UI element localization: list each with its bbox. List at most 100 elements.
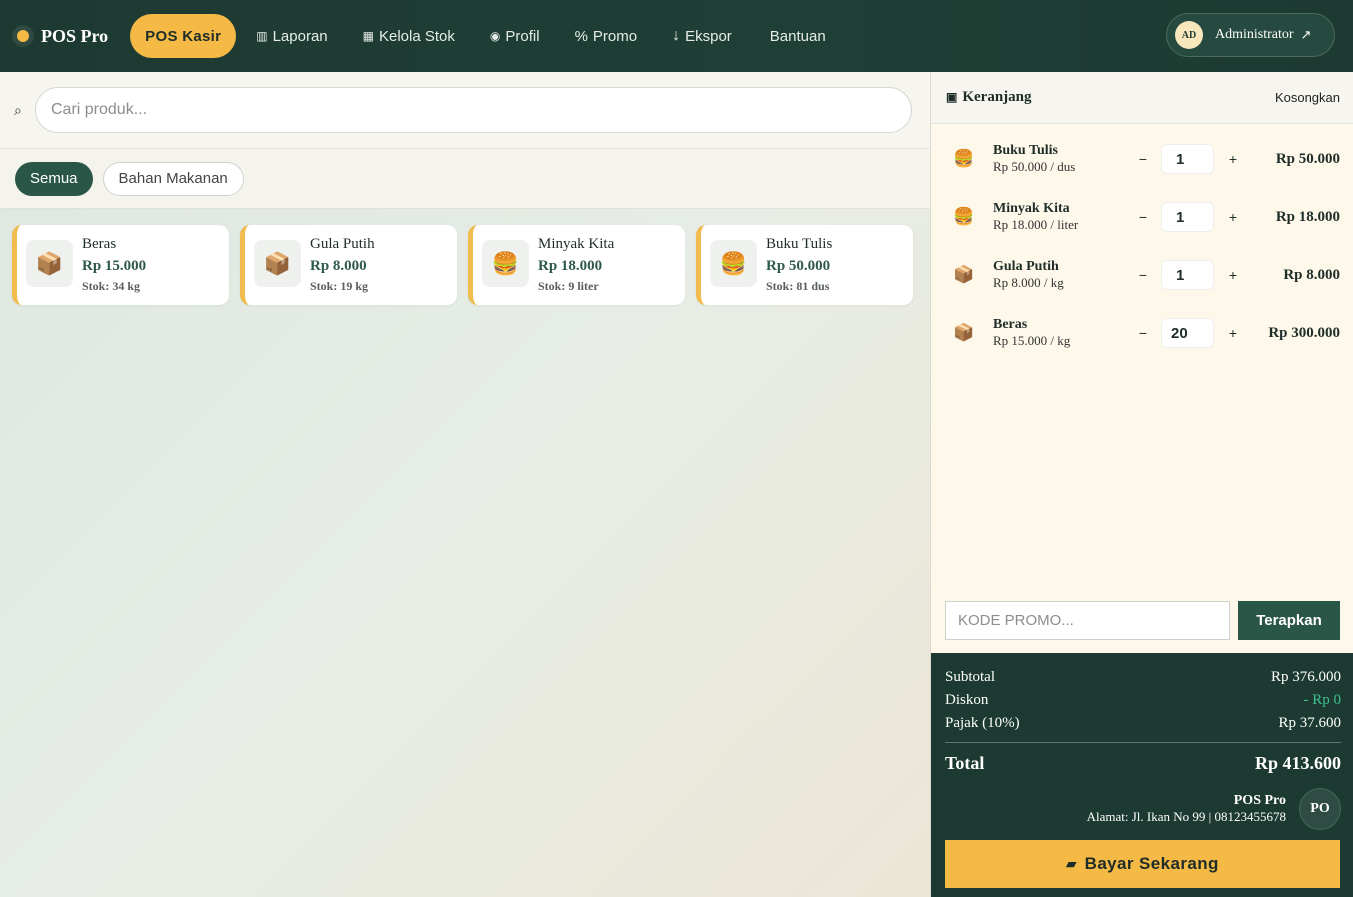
store-info: POS Pro Alamat: Jl. Ikan No 99 | 0812345… (945, 788, 1341, 830)
product-card[interactable]: 🍔 Minyak Kita Rp 18.000 Stok: 9 liter (468, 225, 685, 305)
product-price: Rp 50.000 (766, 258, 831, 274)
product-panel: ⌕ Semua Bahan Makanan 📦 Beras Rp 15.000 … (0, 72, 930, 897)
quantity-field[interactable]: 20 (1161, 318, 1214, 348)
cart-item-list: 🍔 Buku Tulis Rp 50.000 / dus − 1 + Rp 50… (931, 124, 1353, 362)
nav-promo[interactable]: % Promo (575, 28, 638, 45)
cart-item-unit-price: Rp 18.000 / liter (993, 217, 1079, 232)
decrease-qty-button[interactable]: − (1133, 209, 1153, 225)
nav-pos-kasir[interactable]: POS Kasir (130, 14, 237, 58)
product-stock: Stok: 34 kg (82, 279, 141, 293)
pay-now-label: Bayar Sekarang (1084, 854, 1219, 873)
avatar: AD (1175, 21, 1203, 49)
brand[interactable]: POS Pro (12, 25, 108, 47)
product-card[interactable]: 📦 Gula Putih Rp 8.000 Stok: 19 kg (240, 225, 457, 305)
cart-item-name: Beras (993, 317, 1028, 332)
card-icon: ▰ (1066, 856, 1077, 871)
box-icon: 📦 (953, 323, 975, 342)
product-name: Buku Tulis (766, 236, 833, 252)
total-row: Total Rp 413.600 (945, 753, 1341, 774)
cart-item: 📦 Gula Putih Rp 8.000 / kg − 1 + Rp 8.00… (931, 246, 1353, 304)
product-price: Rp 15.000 (82, 258, 147, 274)
report-icon: ▥ (256, 29, 268, 43)
box-icon: 📦 (26, 240, 73, 287)
cart-item-name: Buku Tulis (993, 143, 1059, 158)
clear-cart-button[interactable]: Kosongkan (1275, 90, 1340, 105)
cart-title: ▣ Keranjang (946, 89, 1032, 106)
top-navbar: POS Pro POS Kasir ▥ Laporan ▦ Kelola Sto… (0, 0, 1353, 72)
decrease-qty-button[interactable]: − (1133, 325, 1153, 341)
download-arrow-icon: ↓ (672, 27, 681, 44)
brand-name: POS Pro (41, 25, 109, 46)
nav-label: Bantuan (769, 27, 826, 45)
search-bar: ⌕ (0, 72, 930, 149)
total-label: Total (945, 753, 985, 773)
nav-kelola-stok[interactable]: ▦ Kelola Stok (363, 28, 455, 45)
nav-profil[interactable]: ◉ Profil (490, 28, 540, 45)
filter-chip-bahan-makanan[interactable]: Bahan Makanan (102, 161, 244, 196)
burger-icon: 🍔 (710, 240, 757, 287)
filter-chip-semua[interactable]: Semua (15, 161, 93, 196)
product-card[interactable]: 🍔 Buku Tulis Rp 50.000 Stok: 81 dus (696, 225, 913, 305)
quantity-field[interactable]: 1 (1161, 202, 1214, 232)
product-name: Minyak Kita (538, 236, 615, 252)
user-menu-button[interactable]: AD Administrator ↗ (1166, 13, 1335, 57)
increase-qty-button[interactable]: + (1223, 209, 1243, 225)
nav-bantuan[interactable]: Bantuan (770, 28, 826, 45)
search-icon: ⌕ (14, 101, 22, 118)
subtotal-row: Subtotal Rp 376.000 (945, 666, 1341, 689)
cart-panel: ▣ Keranjang Kosongkan 🍔 Buku Tulis Rp 50… (930, 72, 1353, 897)
cart-item-total: Rp 8.000 (1283, 266, 1340, 283)
nav-label: Promo (592, 27, 638, 45)
box-icon: 📦 (254, 240, 301, 287)
cart-title-label: Keranjang (962, 89, 1032, 105)
search-input[interactable] (35, 87, 912, 133)
burger-icon: 🍔 (953, 149, 975, 168)
brand-logo-icon (12, 25, 34, 47)
cart-item: 📦 Beras Rp 15.000 / kg − 20 + Rp 300.000 (931, 304, 1353, 362)
apply-promo-button[interactable]: Terapkan (1238, 601, 1340, 640)
cart-item-total: Rp 50.000 (1275, 150, 1340, 167)
pay-now-button[interactable]: ▰ Bayar Sekarang (945, 840, 1340, 888)
cart-item-name: Gula Putih (993, 259, 1059, 274)
stock-icon: ▦ (362, 29, 374, 43)
cart-item-total: Rp 18.000 (1275, 208, 1340, 225)
decrease-qty-button[interactable]: − (1133, 267, 1153, 283)
store-address: Alamat: Jl. Ikan No 99 | 08123455678 (1086, 809, 1286, 824)
discount-row: Diskon - Rp 0 (945, 689, 1341, 712)
store-logo: PO (1299, 788, 1341, 830)
cart-item-unit-price: Rp 8.000 / kg (993, 275, 1064, 290)
product-stock: Stok: 19 kg (310, 279, 369, 293)
subtotal-value: Rp 376.000 (1270, 669, 1341, 685)
order-summary: Subtotal Rp 376.000 Diskon - Rp 0 Pajak … (931, 653, 1353, 897)
product-name: Gula Putih (310, 236, 375, 252)
increase-qty-button[interactable]: + (1223, 151, 1243, 167)
logout-arrow-icon: ↗ (1300, 27, 1312, 42)
nav-ekspor[interactable]: ↓ Ekspor (672, 27, 732, 45)
percent-icon: % (574, 27, 588, 45)
product-card[interactable]: 📦 Beras Rp 15.000 Stok: 34 kg (12, 225, 229, 305)
quantity-field[interactable]: 1 (1161, 144, 1214, 174)
profile-icon: ◉ (489, 29, 501, 43)
cart-icon: ▣ (946, 90, 958, 104)
nav-label: Kelola Stok (379, 27, 455, 45)
product-stock: Stok: 81 dus (766, 279, 830, 293)
cart-item: 🍔 Minyak Kita Rp 18.000 / liter − 1 + Rp… (931, 188, 1353, 246)
discount-value: - Rp 0 (1303, 692, 1342, 708)
increase-qty-button[interactable]: + (1223, 267, 1243, 283)
increase-qty-button[interactable]: + (1223, 325, 1243, 341)
product-name: Beras (82, 236, 117, 252)
box-icon: 📦 (953, 265, 975, 284)
store-name: POS Pro (1233, 793, 1286, 808)
promo-code-input[interactable] (945, 601, 1230, 640)
quantity-field[interactable]: 1 (1161, 260, 1214, 290)
nav-label: Ekspor (685, 27, 732, 45)
burger-icon: 🍔 (953, 207, 975, 226)
decrease-qty-button[interactable]: − (1133, 151, 1153, 167)
product-price: Rp 8.000 (310, 258, 367, 274)
discount-label: Diskon (945, 692, 989, 708)
cart-header: ▣ Keranjang Kosongkan (931, 72, 1353, 124)
tax-row: Pajak (10%) Rp 37.600 (945, 712, 1341, 735)
subtotal-label: Subtotal (945, 669, 996, 685)
nav-laporan[interactable]: ▥ Laporan (256, 28, 327, 45)
total-value: Rp 413.600 (1254, 753, 1341, 773)
